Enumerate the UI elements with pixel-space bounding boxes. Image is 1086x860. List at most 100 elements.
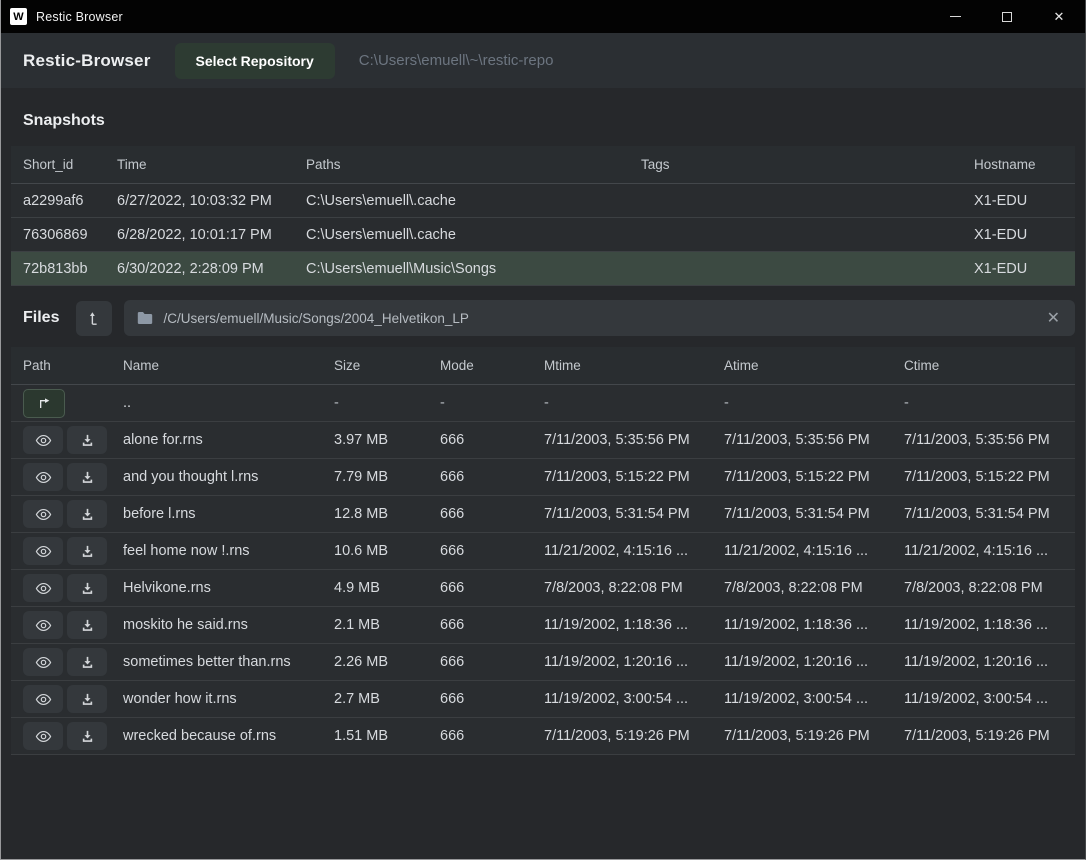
minimize-button[interactable] <box>929 0 981 33</box>
snapshot-row[interactable]: 72b813bb6/30/2022, 2:28:09 PMC:\Users\em… <box>11 252 1075 286</box>
file-row-actions <box>11 611 111 639</box>
current-path-text: /C/Users/emuell/Music/Songs/2004_Helveti… <box>163 311 468 326</box>
download-file-button[interactable] <box>67 537 107 565</box>
column-header-mtime[interactable]: Mtime <box>532 358 712 373</box>
file-atime: 11/21/2002, 4:15:16 ... <box>712 543 892 559</box>
view-file-button[interactable] <box>23 426 63 454</box>
eye-icon <box>35 692 52 707</box>
wails-logo-icon: W <box>10 8 27 25</box>
column-header-short-id[interactable]: Short_id <box>11 157 105 172</box>
parent-row-size: - <box>322 395 428 411</box>
parent-row-name: .. <box>111 395 322 411</box>
file-row[interactable]: Helvikone.rns4.9 MB6667/8/2003, 8:22:08 … <box>11 570 1075 607</box>
download-file-button[interactable] <box>67 426 107 454</box>
file-size: 12.8 MB <box>322 506 428 522</box>
column-header-atime[interactable]: Atime <box>712 358 892 373</box>
eye-icon <box>35 470 52 485</box>
snapshot-hostname: X1-EDU <box>962 193 1075 209</box>
file-size: 2.26 MB <box>322 654 428 670</box>
column-header-path[interactable]: Path <box>11 358 111 373</box>
parent-row-mtime: - <box>532 395 712 411</box>
go-up-directory-button[interactable] <box>23 389 65 418</box>
download-file-button[interactable] <box>67 685 107 713</box>
snapshots-table-body: a2299af66/27/2022, 10:03:32 PMC:\Users\e… <box>11 184 1075 286</box>
file-row-actions <box>11 463 111 491</box>
file-mtime: 11/19/2002, 1:18:36 ... <box>532 617 712 633</box>
file-mtime: 7/11/2003, 5:31:54 PM <box>532 506 712 522</box>
file-mode: 666 <box>428 543 532 559</box>
file-name: feel home now !.rns <box>111 543 322 559</box>
file-row-actions <box>11 722 111 750</box>
column-header-ctime[interactable]: Ctime <box>892 358 1075 373</box>
download-file-button[interactable] <box>67 648 107 676</box>
view-file-button[interactable] <box>23 500 63 528</box>
download-icon <box>80 544 95 559</box>
snapshot-hostname: X1-EDU <box>962 227 1075 243</box>
files-table-header: Path Name Size Mode Mtime Atime Ctime <box>11 347 1075 385</box>
window-title: Restic Browser <box>36 10 123 24</box>
app-window: W Restic Browser ✕ Restic-Browser Select… <box>0 0 1086 860</box>
view-file-button[interactable] <box>23 685 63 713</box>
file-ctime: 11/21/2002, 4:15:16 ... <box>892 543 1075 559</box>
download-file-button[interactable] <box>67 463 107 491</box>
eye-icon <box>35 507 52 522</box>
file-row-actions <box>11 426 111 454</box>
current-path-bar[interactable]: /C/Users/emuell/Music/Songs/2004_Helveti… <box>124 300 1075 336</box>
snapshot-paths: C:\Users\emuell\.cache <box>294 193 629 209</box>
parent-directory-row[interactable]: .. - - - - - <box>11 385 1075 422</box>
file-mtime: 7/11/2003, 5:19:26 PM <box>532 728 712 744</box>
files-table-body: alone for.rns3.97 MB6667/11/2003, 5:35:5… <box>11 422 1075 755</box>
eye-icon <box>35 433 52 448</box>
download-file-button[interactable] <box>67 722 107 750</box>
column-header-hostname[interactable]: Hostname <box>962 157 1075 172</box>
clear-path-button[interactable]: ✕ <box>1045 308 1062 328</box>
snapshot-hostname: X1-EDU <box>962 261 1075 277</box>
file-row[interactable]: moskito he said.rns2.1 MB66611/19/2002, … <box>11 607 1075 644</box>
column-header-size[interactable]: Size <box>322 358 428 373</box>
eye-icon <box>35 544 52 559</box>
view-file-button[interactable] <box>23 648 63 676</box>
file-row[interactable]: and you thought l.rns7.79 MB6667/11/2003… <box>11 459 1075 496</box>
file-row[interactable]: feel home now !.rns10.6 MB66611/21/2002,… <box>11 533 1075 570</box>
snapshot-short-id: 72b813bb <box>11 261 105 277</box>
download-icon <box>80 729 95 744</box>
file-size: 1.51 MB <box>322 728 428 744</box>
file-mode: 666 <box>428 580 532 596</box>
snapshot-row[interactable]: 763068696/28/2022, 10:01:17 PMC:\Users\e… <box>11 218 1075 252</box>
file-mode: 666 <box>428 691 532 707</box>
download-file-button[interactable] <box>67 574 107 602</box>
snapshot-short-id: a2299af6 <box>11 193 105 209</box>
download-file-button[interactable] <box>67 500 107 528</box>
view-file-button[interactable] <box>23 574 63 602</box>
file-row[interactable]: alone for.rns3.97 MB6667/11/2003, 5:35:5… <box>11 422 1075 459</box>
file-row[interactable]: wrecked because of.rns1.51 MB6667/11/200… <box>11 718 1075 755</box>
snapshot-time: 6/28/2022, 10:01:17 PM <box>105 227 294 243</box>
file-name: wrecked because of.rns <box>111 728 322 744</box>
file-name: alone for.rns <box>111 432 322 448</box>
file-row[interactable]: before l.rns12.8 MB6667/11/2003, 5:31:54… <box>11 496 1075 533</box>
snapshots-table: Short_id Time Paths Tags Hostname a2299a… <box>11 146 1075 286</box>
parent-row-ctime: - <box>892 395 1075 411</box>
file-size: 2.7 MB <box>322 691 428 707</box>
column-header-tags[interactable]: Tags <box>629 157 962 172</box>
column-header-time[interactable]: Time <box>105 157 294 172</box>
download-icon <box>80 433 95 448</box>
view-file-button[interactable] <box>23 463 63 491</box>
file-row[interactable]: wonder how it.rns2.7 MB66611/19/2002, 3:… <box>11 681 1075 718</box>
file-mtime: 7/11/2003, 5:15:22 PM <box>532 469 712 485</box>
select-repository-button[interactable]: Select Repository <box>175 43 335 79</box>
file-mode: 666 <box>428 728 532 744</box>
navigate-root-button[interactable] <box>76 301 112 336</box>
maximize-button[interactable] <box>981 0 1033 33</box>
view-file-button[interactable] <box>23 611 63 639</box>
close-button[interactable]: ✕ <box>1033 0 1085 33</box>
snapshot-row[interactable]: a2299af66/27/2022, 10:03:32 PMC:\Users\e… <box>11 184 1075 218</box>
column-header-mode[interactable]: Mode <box>428 358 532 373</box>
download-file-button[interactable] <box>67 611 107 639</box>
file-row[interactable]: sometimes better than.rns2.26 MB66611/19… <box>11 644 1075 681</box>
view-file-button[interactable] <box>23 537 63 565</box>
snapshots-table-header: Short_id Time Paths Tags Hostname <box>11 146 1075 184</box>
column-header-name[interactable]: Name <box>111 358 322 373</box>
view-file-button[interactable] <box>23 722 63 750</box>
column-header-paths[interactable]: Paths <box>294 157 629 172</box>
